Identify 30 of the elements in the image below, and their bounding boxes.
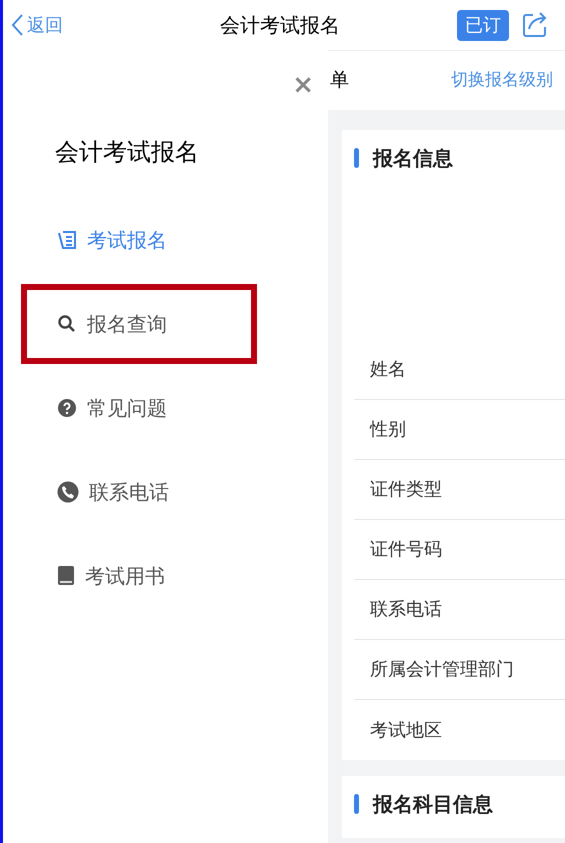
book-icon [57,565,75,587]
menu-item[interactable]: 报名查询 [57,309,167,339]
field-label: 姓名 [370,358,406,382]
back-button[interactable]: 返回 [11,12,63,38]
section-marker [354,148,359,168]
field-label: 考试地区 [370,718,442,742]
drawer-title: 会计考试报名 [55,137,199,168]
search-icon [57,314,77,334]
back-chevron-icon [11,14,23,36]
menu-item[interactable]: 联系电话 [57,477,169,507]
field-label: 证件号码 [370,538,442,562]
field-label: 性别 [370,418,406,442]
question-icon [57,398,77,418]
form-icon [57,230,77,250]
section-title: 报名科目信息 [373,791,493,818]
menu-item[interactable]: 常见问题 [57,393,167,423]
section-marker [354,794,359,814]
menu-item[interactable]: 考试报名 [57,225,167,255]
section-title: 报名信息 [373,145,453,172]
switch-level-link[interactable]: 切换报名级别 [451,68,553,94]
nav-title: 会计考试报名 [219,12,341,39]
menu-item[interactable]: 考试用书 [57,561,165,591]
field-label: 证件类型 [370,478,442,502]
phone-icon [57,481,79,503]
subscribed-badge[interactable]: 已订 [457,10,509,40]
close-button[interactable]: × [292,72,314,98]
share-icon[interactable] [521,11,549,39]
field-label: 联系电话 [370,598,442,622]
header-text: 单 [330,68,349,94]
field-label: 所属会计管理部门 [370,658,514,682]
